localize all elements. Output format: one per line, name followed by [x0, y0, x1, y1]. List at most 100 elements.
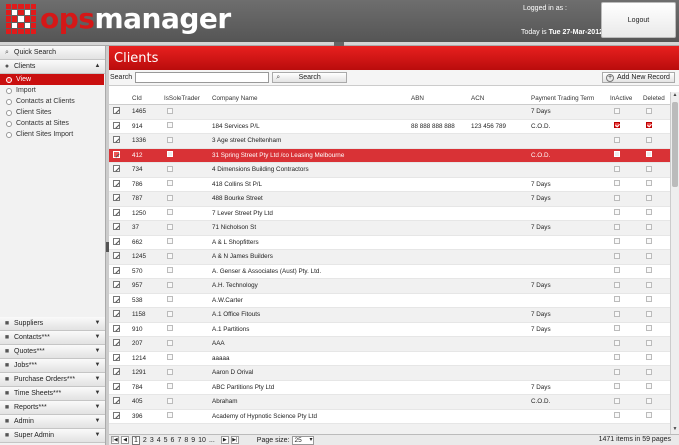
sole-trader-checkbox[interactable]: [167, 194, 173, 203]
col-company-name[interactable]: Company Name: [212, 95, 407, 102]
col-inactive[interactable]: InActive: [610, 95, 632, 102]
inactive-checkbox[interactable]: [614, 412, 620, 420]
table-row[interactable]: [109, 424, 670, 434]
page-number[interactable]: 4: [157, 437, 161, 444]
deleted-checkbox[interactable]: [646, 180, 652, 188]
page-number[interactable]: 6: [171, 437, 175, 444]
deleted-checkbox[interactable]: [646, 354, 652, 362]
inactive-checkbox[interactable]: [614, 339, 620, 348]
edit-icon[interactable]: [113, 310, 123, 319]
page-number[interactable]: 3: [150, 437, 154, 444]
next-page-icon[interactable]: ▶: [220, 436, 229, 444]
edit-icon[interactable]: [113, 150, 123, 160]
sidebar-section-admin[interactable]: ■ Admin ▼: [0, 415, 105, 429]
sidebar-section-super-admin[interactable]: ■ Super Admin ▼: [0, 429, 105, 443]
sole-trader-checkbox[interactable]: [167, 412, 173, 420]
table-row[interactable]: 1291 Aaron D Orival: [109, 366, 670, 381]
sole-trader-checkbox[interactable]: [167, 325, 173, 333]
expand-icon[interactable]: ▼: [94, 390, 101, 397]
sidebar-quick-search[interactable]: ⌕ Quick Search: [0, 46, 105, 60]
scroll-down-icon[interactable]: ▼: [671, 426, 679, 434]
inactive-checkbox[interactable]: [614, 267, 620, 275]
sole-trader-checkbox[interactable]: [167, 339, 173, 348]
col-sole-trader[interactable]: IsSoleTrader: [164, 95, 200, 102]
sole-trader-checkbox[interactable]: [167, 354, 173, 362]
expand-icon[interactable]: ▼: [94, 348, 101, 355]
table-row[interactable]: 1214 aaaaa: [109, 352, 670, 366]
page-number[interactable]: 9: [191, 437, 195, 444]
inactive-checkbox[interactable]: [614, 223, 620, 232]
inactive-checkbox[interactable]: [614, 165, 620, 174]
inactive-checkbox[interactable]: [614, 238, 620, 246]
deleted-checkbox[interactable]: [646, 122, 652, 130]
add-new-record-button[interactable]: + Add New Record: [602, 72, 675, 83]
edit-icon[interactable]: [113, 368, 123, 377]
sidebar-section-contacts[interactable]: ■ Contacts*** ▼: [0, 331, 105, 345]
sidebar-clients[interactable]: ● Clients ▲: [0, 60, 105, 74]
deleted-checkbox[interactable]: [646, 397, 652, 406]
table-row[interactable]: 662 A & L Shopfitters: [109, 236, 670, 250]
inactive-checkbox[interactable]: [614, 180, 620, 188]
sidebar-item-view[interactable]: View: [0, 74, 104, 85]
edit-icon[interactable]: [113, 208, 123, 218]
edit-icon[interactable]: [113, 252, 123, 261]
deleted-checkbox[interactable]: [646, 252, 652, 261]
inactive-checkbox[interactable]: [614, 136, 620, 145]
inactive-checkbox[interactable]: [614, 383, 620, 391]
sole-trader-checkbox[interactable]: [167, 223, 173, 232]
table-row[interactable]: 787 488 Bourke Street 7 Days: [109, 192, 670, 207]
edit-icon[interactable]: [113, 382, 123, 392]
sole-trader-checkbox[interactable]: [167, 397, 173, 406]
edit-icon[interactable]: [113, 324, 123, 334]
sole-trader-checkbox[interactable]: [167, 165, 173, 174]
edit-icon[interactable]: [113, 136, 123, 145]
col-acn[interactable]: ACN: [471, 95, 484, 102]
deleted-checkbox[interactable]: [646, 310, 652, 319]
page-number[interactable]: 7: [177, 437, 181, 444]
search-button[interactable]: ⌕ Search: [272, 72, 348, 83]
col-payment-term[interactable]: Payment Trading Term: [531, 95, 594, 102]
expand-icon[interactable]: ▼: [94, 376, 101, 383]
expand-icon[interactable]: ▼: [94, 418, 101, 425]
table-row[interactable]: 396 Academy of Hypnotic Science Pty Ltd: [109, 410, 670, 424]
inactive-checkbox[interactable]: [614, 194, 620, 203]
scroll-thumb[interactable]: [672, 102, 678, 187]
table-row[interactable]: 570 A. Genser & Associates (Aust) Pty. Lt…: [109, 265, 670, 279]
sidebar-section-jobs[interactable]: ■ Jobs*** ▼: [0, 359, 105, 373]
deleted-checkbox[interactable]: [646, 238, 652, 246]
deleted-checkbox[interactable]: [646, 151, 652, 159]
edit-icon[interactable]: [113, 165, 123, 174]
inactive-checkbox[interactable]: [614, 107, 620, 116]
sole-trader-checkbox[interactable]: [167, 107, 173, 116]
sidebar-item-import[interactable]: Import: [0, 85, 105, 96]
table-row[interactable]: 734 4 Dimensions Building Contractors: [109, 163, 670, 178]
edit-icon[interactable]: [113, 281, 123, 290]
sidebar-section-purchase-orders[interactable]: ■ Purchase Orders*** ▼: [0, 373, 105, 387]
prev-page-icon[interactable]: ◀: [121, 436, 129, 444]
deleted-checkbox[interactable]: [646, 165, 652, 174]
sidebar-section-time-sheets[interactable]: ■ Time Sheets*** ▼: [0, 387, 105, 401]
page-size-select[interactable]: 25: [292, 435, 315, 445]
collapse-icon[interactable]: ▲: [94, 63, 101, 70]
table-row[interactable]: 1245 A & N James Builders: [109, 250, 670, 265]
deleted-checkbox[interactable]: [646, 281, 652, 290]
sidebar-section-reports[interactable]: ■ Reports*** ▼: [0, 401, 105, 415]
edit-icon[interactable]: [113, 179, 123, 189]
inactive-checkbox[interactable]: [614, 281, 620, 290]
sidebar-section-quotes[interactable]: ■ Quotes*** ▼: [0, 345, 105, 359]
page-number[interactable]: 8: [184, 437, 188, 444]
expand-icon[interactable]: ▼: [94, 362, 101, 369]
inactive-checkbox[interactable]: [614, 122, 620, 130]
deleted-checkbox[interactable]: [646, 194, 652, 203]
col-deleted[interactable]: Deleted: [643, 95, 665, 102]
expand-icon[interactable]: ▼: [94, 320, 101, 327]
edit-icon[interactable]: [113, 194, 123, 203]
sole-trader-checkbox[interactable]: [167, 368, 173, 377]
deleted-checkbox[interactable]: [646, 136, 652, 145]
table-row[interactable]: 1158 A.1 Office Fitouts 7 Days: [109, 308, 670, 323]
inactive-checkbox[interactable]: [614, 368, 620, 377]
table-row[interactable]: 1465 7 Days: [109, 105, 670, 120]
page-number[interactable]: 5: [164, 437, 168, 444]
edit-icon[interactable]: [113, 121, 123, 131]
scroll-up-icon[interactable]: ▲: [671, 92, 679, 100]
